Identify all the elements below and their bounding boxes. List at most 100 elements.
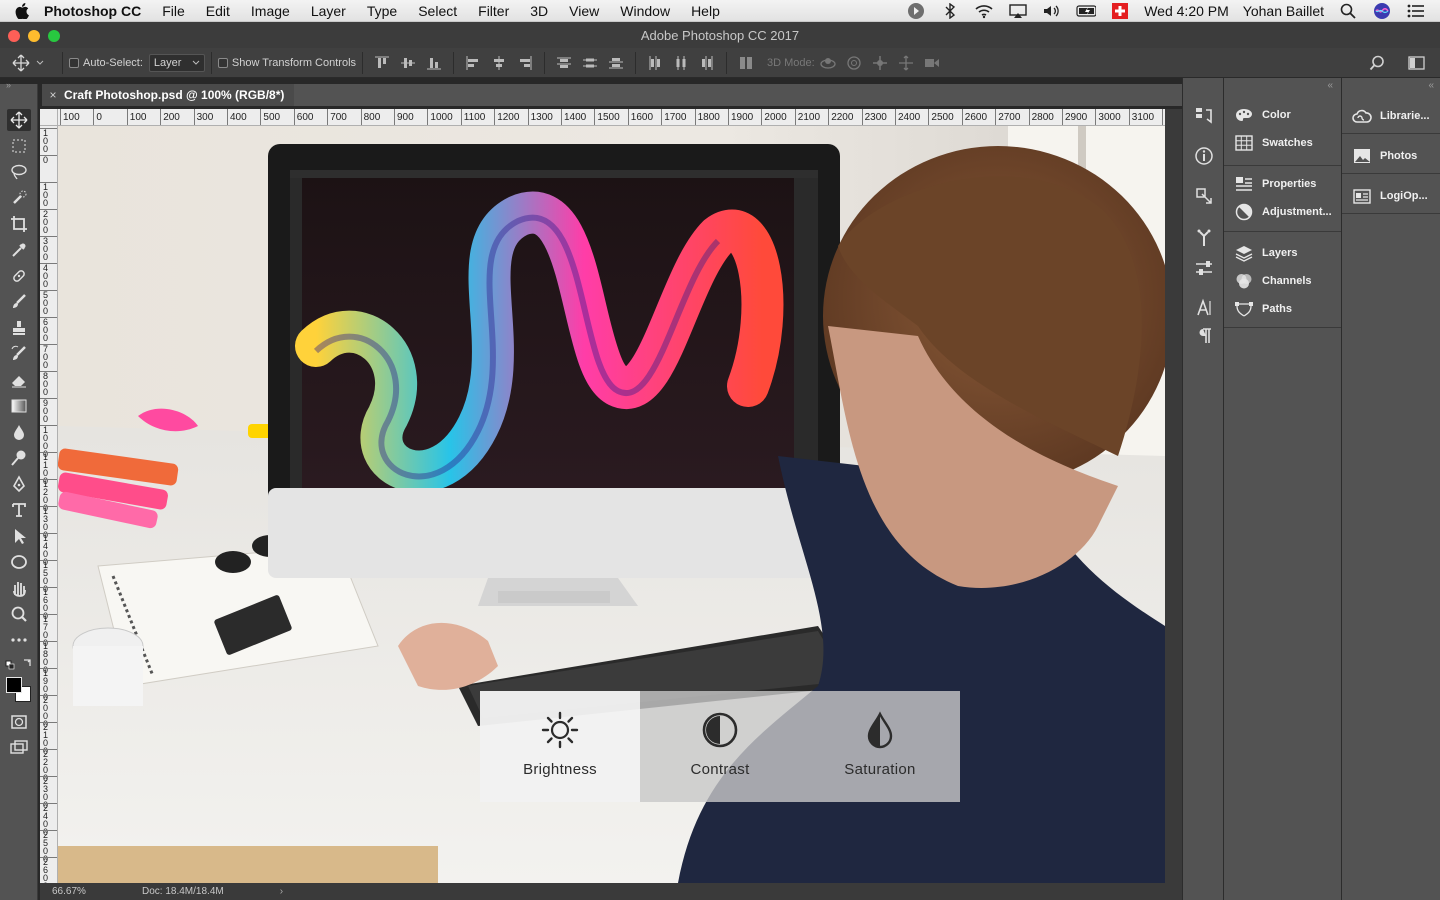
vertical-scrollbar[interactable]: [1165, 109, 1182, 883]
align-left-edges-icon[interactable]: [464, 55, 482, 71]
show-transform-checkbox[interactable]: [217, 57, 228, 68]
foreground-color-swatch[interactable]: [6, 677, 22, 693]
close-tab-icon[interactable]: ×: [42, 88, 64, 102]
ruler-origin[interactable]: [40, 109, 58, 126]
align-right-edges-icon[interactable]: [516, 55, 534, 71]
vertical-ruler[interactable]: 1000100200300400500600700800900100011001…: [40, 126, 58, 883]
eyedropper-tool[interactable]: [7, 239, 31, 261]
apple-menu-icon[interactable]: [0, 2, 44, 19]
menu-layer[interactable]: Layer: [311, 3, 346, 19]
menu-help[interactable]: Help: [691, 3, 720, 19]
menu-3d[interactable]: 3D: [530, 3, 548, 19]
brightness-option[interactable]: Brightness: [480, 691, 640, 802]
logioptions-panel-tab[interactable]: LogiOp...: [1342, 183, 1440, 209]
history-brush-tool[interactable]: [7, 343, 31, 365]
airplay-icon[interactable]: [1008, 3, 1028, 19]
collapse-panels-icon[interactable]: «: [1327, 80, 1333, 91]
properties-panel-tab[interactable]: Properties: [1224, 171, 1341, 197]
menu-view[interactable]: View: [569, 3, 599, 19]
move-tool[interactable]: [7, 109, 31, 131]
distribute-horizontal-centers-icon[interactable]: [672, 55, 690, 71]
3d-pan-icon[interactable]: [871, 55, 889, 71]
bluetooth-icon[interactable]: [940, 2, 960, 19]
photos-panel-tab[interactable]: Photos: [1342, 143, 1440, 169]
color-swatches[interactable]: [5, 676, 33, 704]
history-panel-icon[interactable]: [1192, 104, 1216, 128]
quick-selection-tool[interactable]: [7, 187, 31, 209]
horizontal-ruler[interactable]: 100 0 100 200 300 400 500 600 700 800 900 1000 1100 1…: [58, 109, 1165, 126]
clock[interactable]: Wed 4:20 PM: [1144, 3, 1229, 19]
battery-icon[interactable]: [1076, 3, 1097, 19]
ellipse-tool[interactable]: [7, 551, 31, 573]
brush-settings-icon[interactable]: [1192, 226, 1216, 250]
3d-scale-icon[interactable]: [923, 55, 941, 71]
spotlight-search-icon[interactable]: [1338, 3, 1358, 19]
adjustments-panel-tab[interactable]: Adjustment...: [1224, 199, 1341, 225]
gradient-tool[interactable]: [7, 395, 31, 417]
zoom-level[interactable]: 66.67%: [52, 886, 132, 897]
character-panel-icon[interactable]: [1192, 296, 1216, 320]
align-horizontal-centers-icon[interactable]: [490, 55, 508, 71]
wifi-icon[interactable]: [974, 3, 994, 19]
distribute-vertical-centers-icon[interactable]: [581, 55, 599, 71]
channels-panel-tab[interactable]: Channels: [1224, 268, 1341, 294]
pen-tool[interactable]: [7, 473, 31, 495]
3d-orbit-icon[interactable]: [819, 55, 837, 71]
healing-brush-tool[interactable]: [7, 265, 31, 287]
menu-file[interactable]: File: [162, 3, 185, 19]
type-tool[interactable]: [7, 499, 31, 521]
blur-tool[interactable]: [7, 421, 31, 443]
lasso-tool[interactable]: [7, 161, 31, 183]
auto-align-layers-icon[interactable]: [737, 55, 755, 71]
align-bottom-edges-icon[interactable]: [425, 55, 443, 71]
marquee-tool[interactable]: [7, 135, 31, 157]
align-top-edges-icon[interactable]: [373, 55, 391, 71]
transform-panel-icon[interactable]: [1192, 184, 1216, 208]
hand-tool[interactable]: [7, 577, 31, 599]
auto-select-dropdown[interactable]: Layer: [148, 53, 205, 72]
distribute-right-edges-icon[interactable]: [698, 55, 716, 71]
tool-preset-picker[interactable]: [0, 54, 56, 72]
quick-mask-button[interactable]: [7, 711, 31, 733]
path-selection-tool[interactable]: [7, 525, 31, 547]
edit-toolbar-button[interactable]: [7, 629, 31, 651]
notification-center-icon[interactable]: [1406, 3, 1426, 19]
crop-tool[interactable]: [7, 213, 31, 235]
3d-slide-icon[interactable]: [897, 55, 915, 71]
libraries-panel-tab[interactable]: Librarie...: [1342, 103, 1440, 129]
volume-icon[interactable]: [1042, 3, 1062, 19]
menu-edit[interactable]: Edit: [206, 3, 230, 19]
distribute-top-edges-icon[interactable]: [555, 55, 573, 71]
collapse-panels-icon[interactable]: «: [1428, 80, 1434, 91]
saturation-option[interactable]: Saturation: [800, 691, 960, 802]
eraser-tool[interactable]: [7, 369, 31, 391]
menu-image[interactable]: Image: [251, 3, 290, 19]
layers-panel-tab[interactable]: Layers: [1224, 240, 1341, 266]
info-panel-icon[interactable]: [1192, 144, 1216, 168]
brush-tool[interactable]: [7, 291, 31, 313]
close-window-button[interactable]: [8, 30, 20, 42]
distribute-left-edges-icon[interactable]: [646, 55, 664, 71]
swatches-panel-tab[interactable]: Swatches: [1224, 130, 1341, 156]
search-icon[interactable]: [1368, 55, 1386, 71]
auto-select-checkbox[interactable]: [69, 57, 79, 68]
distribute-bottom-edges-icon[interactable]: [607, 55, 625, 71]
default-colors-button[interactable]: [4, 657, 34, 671]
swiss-flag-icon[interactable]: [1110, 2, 1130, 19]
minimize-window-button[interactable]: [28, 30, 40, 42]
status-menu-arrow-icon[interactable]: ›: [280, 886, 283, 897]
zoom-tool[interactable]: [7, 603, 31, 625]
align-vertical-centers-icon[interactable]: [399, 55, 417, 71]
3d-roll-icon[interactable]: [845, 55, 863, 71]
paths-panel-tab[interactable]: Paths: [1224, 296, 1341, 322]
clone-stamp-tool[interactable]: [7, 317, 31, 339]
collapse-tools-icon[interactable]: »: [6, 80, 11, 90]
contrast-option[interactable]: Contrast: [640, 691, 800, 802]
menu-window[interactable]: Window: [620, 3, 670, 19]
dodge-tool[interactable]: [7, 447, 31, 469]
screen-mode-button[interactable]: [7, 737, 31, 759]
workspace-switcher-icon[interactable]: [1408, 55, 1426, 71]
paragraph-panel-icon[interactable]: [1192, 324, 1216, 348]
adjustment-sliders-icon[interactable]: [1192, 256, 1216, 280]
document-tab[interactable]: × Craft Photoshop.psd @ 100% (RGB/8*): [42, 84, 294, 106]
